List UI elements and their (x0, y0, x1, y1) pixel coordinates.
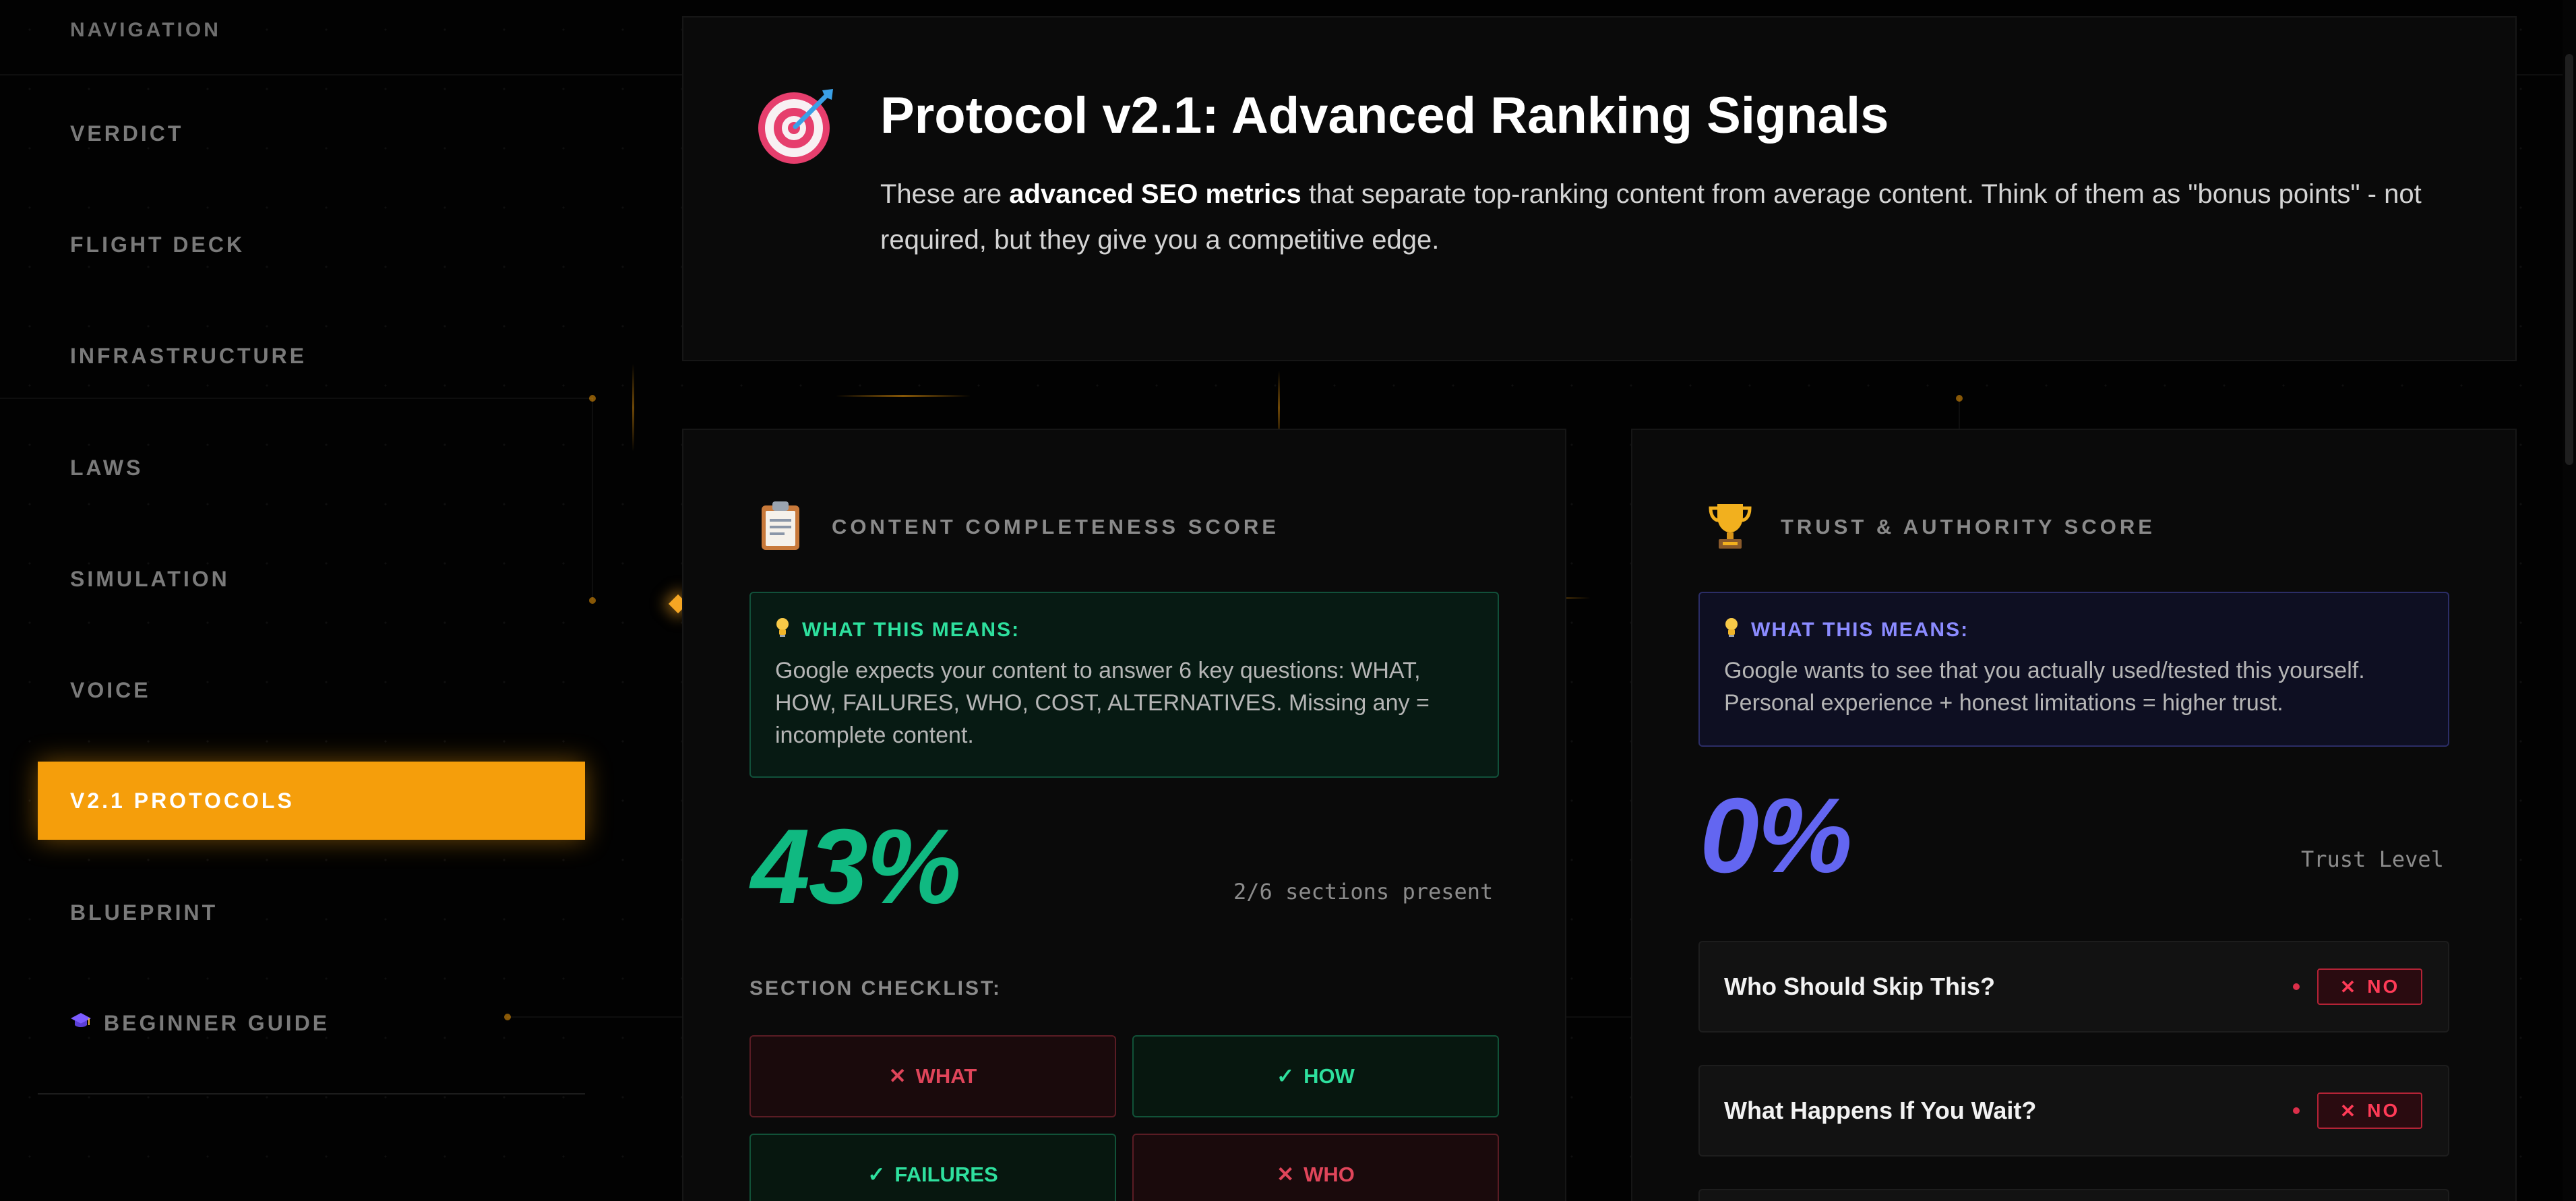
decor-glow (632, 364, 634, 452)
trust-info-box: WHAT THIS MEANS: Google wants to see tha… (1698, 592, 2449, 747)
info-heading-text: WHAT THIS MEANS: (1751, 618, 1969, 641)
sidebar-item-label: SIMULATION (70, 566, 230, 591)
sidebar-item-flight-deck[interactable]: FLIGHT DECK (38, 206, 585, 284)
x-icon: ✕ (2339, 1100, 2358, 1121)
scrollbar-thumb[interactable] (2565, 54, 2573, 465)
checklist-item-label: FAILURES (894, 1163, 998, 1186)
sidebar-item-infrastructure[interactable]: INFRASTRUCTURE (38, 317, 585, 395)
checklist-item-failures[interactable]: ✓ FAILURES (749, 1134, 1116, 1201)
sidebar-divider (38, 1093, 585, 1095)
sidebar-item-verdict[interactable]: VERDICT (38, 94, 585, 173)
checklist-item-what[interactable]: ✕ WHAT (749, 1035, 1116, 1117)
sidebar: NAVIGATION VERDICT FLIGHT DECK INFRASTRU… (0, 0, 593, 1201)
sidebar-item-laws[interactable]: LAWS (38, 429, 585, 507)
sidebar-item-label: BLUEPRINT (70, 900, 218, 925)
sidebar-item-label: VERDICT (70, 121, 184, 146)
decor-node (1956, 395, 1963, 402)
info-heading: WHAT THIS MEANS: (1724, 617, 2424, 642)
completeness-info-box: WHAT THIS MEANS: Google expects your con… (749, 592, 1499, 778)
sidebar-item-label: BEGINNER GUIDE (104, 1010, 330, 1035)
target-icon (758, 86, 836, 168)
hero-description-text: These are (880, 179, 1010, 209)
checklist-item-who[interactable]: ✕ WHO (1132, 1134, 1499, 1201)
trust-question-label: Who Should Skip This? (1724, 973, 1995, 1000)
sidebar-heading: NAVIGATION (70, 19, 221, 41)
sidebar-item-simulation[interactable]: SIMULATION (38, 540, 585, 618)
status-dot (2293, 983, 2300, 990)
decor-glow (836, 395, 971, 397)
check-icon: ✓ (1277, 1064, 1295, 1088)
sidebar-item-label: VOICE (70, 677, 151, 702)
checklist-item-label: WHAT (915, 1064, 977, 1088)
trust-question-row[interactable]: Who Should Skip This? ✕ NO (1698, 941, 2449, 1033)
clipboard-icon (760, 500, 801, 555)
x-icon: ✕ (2339, 976, 2358, 997)
x-icon: ✕ (1277, 1163, 1295, 1186)
sidebar-item-v2-1-protocols[interactable]: V2.1 PROTOCOLS (38, 762, 585, 840)
graduation-cap-icon (70, 1012, 92, 1035)
checklist-item-how[interactable]: ✓ HOW (1132, 1035, 1499, 1117)
sidebar-item-label: INFRASTRUCTURE (70, 343, 307, 368)
status-badge-text: NO (2367, 1100, 2400, 1121)
sidebar-item-blueprint[interactable]: BLUEPRINT (38, 873, 585, 952)
checklist-item-label: WHO (1304, 1163, 1355, 1186)
trust-score: 0% (1700, 776, 1852, 895)
status-dot (2293, 1107, 2300, 1114)
check-icon: ✓ (867, 1163, 886, 1186)
trust-panel-title: TRUST & AUTHORITY SCORE (1781, 515, 2155, 538)
page-title: Protocol v2.1: Advanced Ranking Signals (880, 87, 1889, 144)
sidebar-item-voice[interactable]: VOICE (38, 651, 585, 729)
trust-question-label: What Happens If You Wait? (1724, 1097, 2037, 1124)
sidebar-item-label: LAWS (70, 455, 144, 480)
hero-description: These are advanced SEO metrics that sepa… (880, 171, 2444, 263)
x-icon: ✕ (888, 1064, 907, 1088)
info-body: Google wants to see that you actually us… (1724, 658, 2365, 716)
sidebar-item-label: V2.1 PROTOCOLS (70, 788, 295, 813)
trust-score-note: Trust Level (2301, 846, 2444, 872)
status-badge-text: NO (2367, 976, 2400, 997)
checklist-label: SECTION CHECKLIST: (749, 977, 1002, 999)
hero-description-emphasis: advanced SEO metrics (1009, 179, 1301, 209)
completeness-panel-title: CONTENT COMPLETENESS SCORE (832, 515, 1279, 538)
sidebar-item-beginner-guide[interactable]: BEGINNER GUIDE (38, 984, 585, 1062)
info-body: Google expects your content to answer 6 … (775, 658, 1430, 748)
completeness-score-note: 2/6 sections present (1233, 879, 1494, 904)
trust-question-row[interactable]: What Happens If You Wait? ✕ NO (1698, 1065, 2449, 1157)
completeness-score: 43% (751, 807, 961, 926)
info-heading-text: WHAT THIS MEANS: (802, 618, 1020, 641)
info-heading: WHAT THIS MEANS: (775, 617, 1473, 642)
status-badge: ✕ NO (2317, 968, 2422, 1005)
lightbulb-icon (1724, 617, 1739, 642)
checklist-item-label: HOW (1304, 1064, 1355, 1088)
trophy-icon (1708, 501, 1752, 555)
trust-question-row[interactable] (1698, 1189, 2449, 1201)
lightbulb-icon (775, 617, 790, 642)
scrollbar-track[interactable] (2563, 0, 2576, 1201)
sidebar-item-label: FLIGHT DECK (70, 232, 245, 257)
status-badge: ✕ NO (2317, 1092, 2422, 1129)
